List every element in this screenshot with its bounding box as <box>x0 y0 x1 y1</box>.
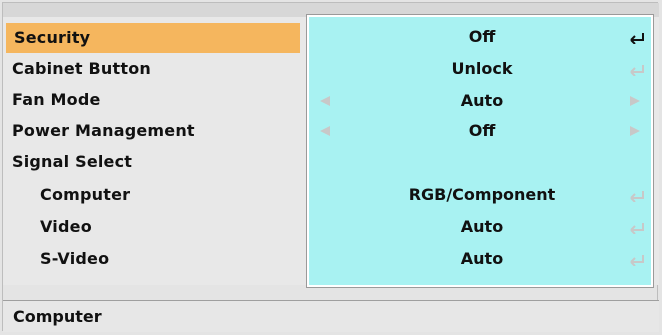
enter-icon-video[interactable] <box>628 222 646 234</box>
s-video-value[interactable]: Auto <box>402 244 562 274</box>
enter-icon-cabinet-button[interactable] <box>628 64 646 76</box>
menu-item-cabinet-button-label[interactable]: Cabinet Button <box>12 54 151 84</box>
power-management-right-arrow-icon[interactable] <box>629 125 641 137</box>
cabinet-button-value[interactable]: Unlock <box>402 54 562 84</box>
projector-menu-screen: Security Cabinet Button Fan Mode Power M… <box>0 0 662 335</box>
enter-icon-computer[interactable] <box>628 190 646 202</box>
menu-item-fan-mode-label[interactable]: Fan Mode <box>12 85 101 115</box>
menu-item-power-management-label[interactable]: Power Management <box>12 116 195 146</box>
menu-item-signal-select-label: Signal Select <box>12 152 133 171</box>
menu-item-s-video-label[interactable]: S-Video <box>40 244 109 274</box>
fan-mode-left-arrow-icon[interactable] <box>319 95 331 107</box>
status-text: Computer <box>13 307 102 326</box>
menu-item-security-label[interactable]: Security <box>6 23 300 53</box>
video-value[interactable]: Auto <box>402 212 562 242</box>
menu-item-video-label[interactable]: Video <box>40 212 92 242</box>
fan-mode-value[interactable]: Auto <box>402 86 562 116</box>
enter-icon-s-video[interactable] <box>628 254 646 266</box>
power-management-value[interactable]: Off <box>402 116 562 146</box>
power-management-left-arrow-icon[interactable] <box>319 125 331 137</box>
security-value[interactable]: Off <box>402 22 562 52</box>
enter-icon-security[interactable] <box>628 32 646 44</box>
fan-mode-right-arrow-icon[interactable] <box>629 95 641 107</box>
status-bar: Computer <box>3 301 659 332</box>
computer-value[interactable]: RGB/Component <box>402 180 562 210</box>
menu-item-computer-label[interactable]: Computer <box>40 180 130 210</box>
